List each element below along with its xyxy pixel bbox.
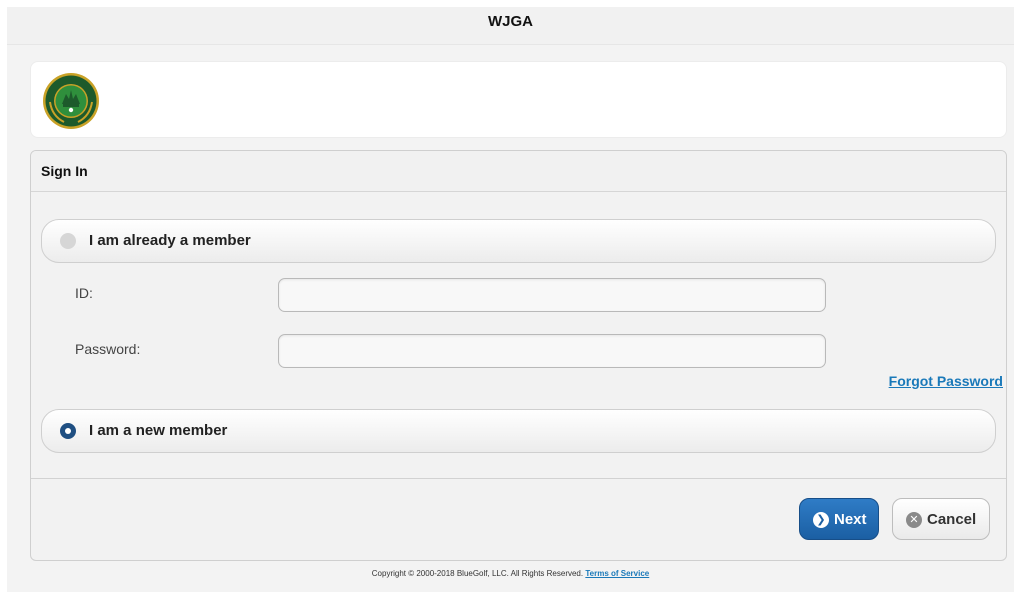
chevron-right-icon: ❯ <box>813 512 829 528</box>
footer: Copyright © 2000-2018 BlueGolf, LLC. All… <box>7 569 1014 578</box>
next-button-label: Next <box>834 511 867 528</box>
existing-member-label: I am already a member <box>89 232 251 249</box>
existing-member-radio[interactable] <box>60 233 76 249</box>
id-label: ID: <box>75 285 93 301</box>
close-circle-icon: ✕ <box>906 512 922 528</box>
terms-of-service-link[interactable]: Terms of Service <box>585 569 649 578</box>
logo-card <box>30 61 1007 138</box>
panel-title: Sign In <box>31 151 1006 192</box>
password-label: Password: <box>75 341 141 357</box>
forgot-password-link[interactable]: Forgot Password <box>889 373 1003 389</box>
cancel-button[interactable]: ✕ Cancel <box>892 498 990 540</box>
sign-in-panel: Sign In I am already a member ID: Passwo… <box>30 150 1007 561</box>
password-input[interactable] <box>278 334 826 368</box>
app-title: WJGA <box>488 13 533 30</box>
new-member-radio[interactable] <box>60 423 76 439</box>
divider <box>31 478 1006 479</box>
id-input[interactable] <box>278 278 826 312</box>
app-title-bar: WJGA <box>7 7 1014 45</box>
new-member-label: I am a new member <box>89 422 228 439</box>
cancel-button-label: Cancel <box>927 511 977 528</box>
copyright-text: Copyright © 2000-2018 BlueGolf, LLC. All… <box>371 569 584 578</box>
new-member-option[interactable]: I am a new member <box>41 409 996 453</box>
page: WJGA Sign In I am already a member ID: P… <box>7 7 1014 592</box>
existing-member-option[interactable]: I am already a member <box>41 219 996 263</box>
next-button[interactable]: ❯ Next <box>799 498 879 540</box>
wjga-logo <box>43 73 99 129</box>
